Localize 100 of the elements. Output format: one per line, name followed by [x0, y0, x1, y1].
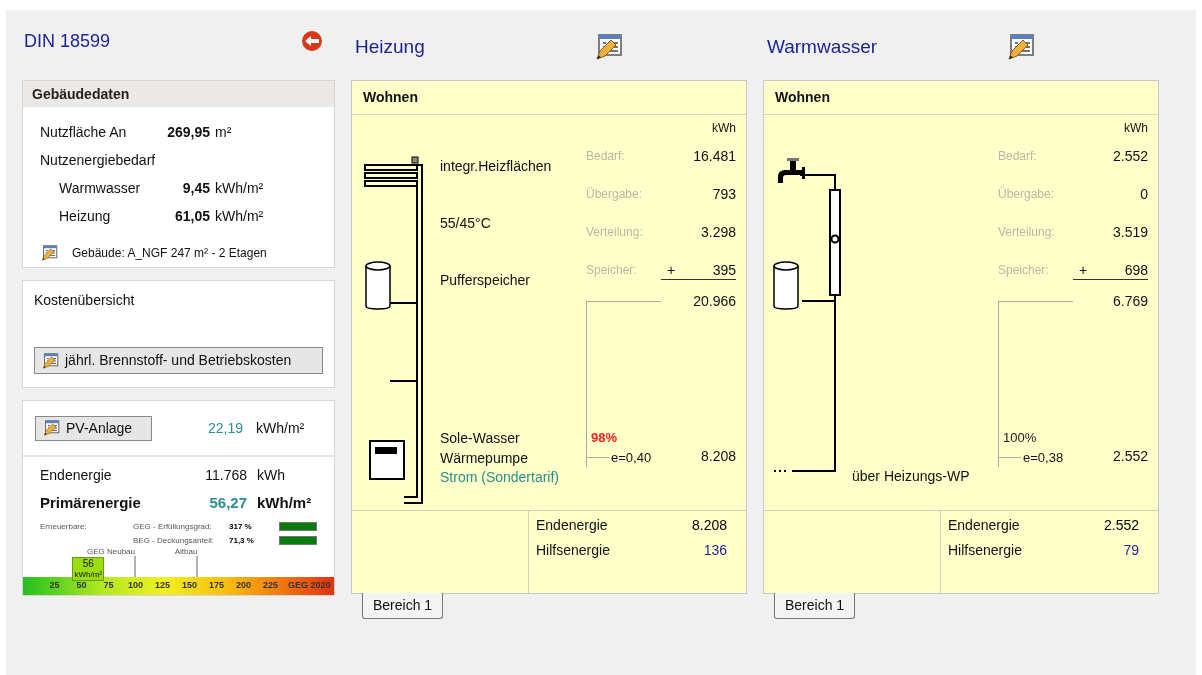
zone-title: Wohnen	[775, 88, 830, 107]
energy-carrier: Strom (Sondertarif)	[440, 468, 561, 486]
unit-label: kWh	[712, 120, 736, 137]
energy-label: Hilfsenergie	[536, 541, 610, 560]
edit-form-icon	[593, 32, 623, 62]
data-value: 269,95	[167, 123, 210, 142]
scale-tick: 225	[262, 579, 279, 593]
component-label: über Heizungs-WP	[852, 467, 971, 486]
loss-label: Verteilung:	[998, 224, 1055, 241]
card-title: Gebäudedaten	[32, 84, 130, 104]
edit-form-icon	[40, 244, 58, 262]
data-label: Nutzenergiebedarf	[40, 151, 156, 170]
energy-value: 2.552	[1112, 146, 1148, 166]
unit-label: kWh/m²	[257, 493, 312, 514]
scale-tick: 125	[154, 579, 171, 593]
data-label: Warmwasser	[59, 179, 141, 198]
loss-label: Übergabe:	[998, 186, 1055, 203]
energy-label: Primärenergie	[40, 493, 142, 514]
plus-sign: +	[666, 260, 676, 279]
scale-tick: 100	[127, 579, 144, 593]
renewables-label: BEG - Deckungsanteil:	[133, 534, 215, 547]
total-value: 6.769	[1112, 292, 1148, 311]
energy-value: 11.768	[204, 466, 247, 486]
renewables-label: GEG - Erfüllungsgrad:	[133, 520, 213, 533]
energy-value: 0	[1140, 184, 1148, 204]
scale-tick: 200	[235, 579, 252, 593]
component-label: Pufferspeicher	[440, 270, 531, 290]
scale-tick: 25	[48, 579, 61, 593]
energy-label: Endenergie	[40, 466, 113, 486]
unit-label: kWh/m²	[215, 207, 264, 226]
energy-value: 136	[703, 541, 727, 560]
component-label: integr.Heizflächen	[440, 156, 553, 176]
result-value: 8.208	[700, 447, 736, 466]
section-title: Warmwasser	[766, 34, 879, 59]
loss-label: Verteilung:	[586, 224, 643, 241]
loss-label: Bedarf:	[998, 148, 1037, 165]
pv-value: 22,19	[208, 418, 244, 438]
unit-label: kWh	[1124, 120, 1148, 137]
component-label: Sole-Wasser Wärmepumpe	[440, 429, 529, 468]
standard-title: DIN 18599	[23, 29, 111, 53]
energy-value: 3.298	[700, 222, 736, 242]
area-tab[interactable]: Bereich 1	[362, 593, 444, 619]
data-label: Heizung	[59, 207, 111, 226]
component-label: 55/45°C	[440, 213, 492, 233]
edit-form-icon	[41, 351, 59, 370]
renewables-value: 317 %	[229, 520, 253, 533]
card-title: Kostenübersicht	[34, 291, 136, 310]
energy-value: 698	[1124, 260, 1148, 279]
building-link[interactable]: Gebäude: A_NGF 247 m² - 2 Etagen	[40, 244, 334, 262]
scale-tick: 75	[102, 579, 115, 593]
data-value: 61,05	[174, 207, 210, 226]
energy-value: 3.519	[1112, 222, 1148, 242]
energy-value: 793	[712, 184, 736, 204]
marker-unit: kWh/m²	[74, 569, 103, 580]
energy-value: 395	[712, 260, 736, 279]
energy-value: 79	[1123, 541, 1139, 560]
scale-standard: GEG 2020	[288, 579, 331, 593]
energy-value: 56,27	[208, 493, 247, 514]
total-value: 20.966	[693, 292, 736, 311]
unit-label: kWh	[257, 466, 285, 486]
data-label: Nutzfläche An	[40, 123, 127, 142]
reference-label: GEG Neubau	[87, 546, 135, 556]
energy-label: Endenergie	[948, 516, 1020, 535]
loss-label: Speicher:	[586, 262, 637, 279]
energy-value: 8.208	[691, 516, 727, 535]
loss-label: Speicher:	[998, 262, 1049, 279]
energy-value: 2.552	[1103, 516, 1139, 535]
expenditure-factor: e=0,38	[1022, 448, 1064, 467]
edit-form-icon	[1005, 32, 1035, 62]
share-percent: 98%	[590, 429, 619, 447]
section-title: Heizung	[354, 34, 426, 59]
edit-form-icon	[42, 419, 60, 438]
loss-label: Bedarf:	[586, 148, 625, 165]
scale-tick: 50	[75, 579, 88, 593]
pv-button[interactable]: PV-Anlage	[35, 415, 152, 441]
unit-label: m²	[215, 123, 232, 142]
loss-label: Übergabe:	[586, 186, 643, 203]
unit-label: kWh/m²	[215, 179, 264, 198]
edit-button[interactable]	[1005, 32, 1035, 62]
zone-title: Wohnen	[363, 88, 418, 107]
unit-label: kWh/m²	[256, 418, 305, 438]
scale-tick: 150	[181, 579, 198, 593]
renewables-bar	[279, 522, 317, 532]
data-value: 9,45	[182, 179, 210, 198]
renewables-value: 71,3 %	[229, 534, 255, 547]
share-percent: 100%	[1002, 429, 1038, 447]
energy-label: Endenergie	[536, 516, 608, 535]
scale-tick: 175	[208, 579, 225, 593]
plus-sign: +	[1078, 260, 1088, 279]
energy-value: 16.481	[693, 146, 736, 166]
marker-value: 56	[82, 557, 94, 570]
renewables-bar	[279, 536, 317, 546]
reference-label: Altbau	[174, 546, 198, 556]
area-tab[interactable]: Bereich 1	[774, 593, 856, 619]
result-value: 2.552	[1112, 447, 1148, 466]
renewables-label: Erneuerbare:	[40, 520, 88, 533]
energy-label: Hilfsenergie	[948, 541, 1022, 560]
edit-button[interactable]	[593, 32, 623, 62]
expenditure-factor: e=0,40	[610, 448, 652, 467]
costs-button[interactable]: jährl. Brennstoff- und Betriebskosten	[34, 347, 323, 374]
